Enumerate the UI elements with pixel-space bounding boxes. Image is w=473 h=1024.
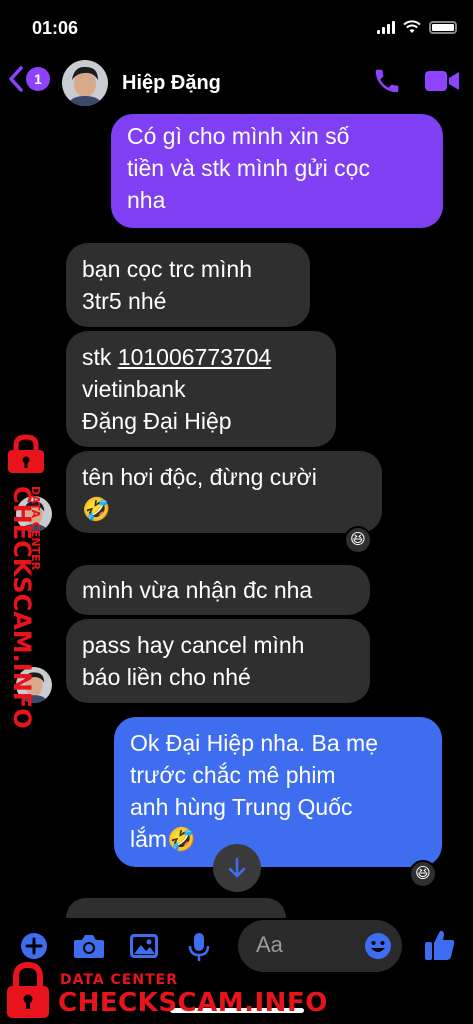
cellular-signal-icon xyxy=(377,20,395,34)
camera-icon[interactable] xyxy=(73,932,105,960)
lock-icon xyxy=(8,434,44,473)
chat-header: 1 Hiệp Đặng xyxy=(0,52,473,114)
plus-icon[interactable] xyxy=(20,932,48,960)
contact-name[interactable]: Hiệp Đặng xyxy=(122,72,221,95)
thumbs-up-icon[interactable] xyxy=(424,928,456,962)
message-incoming[interactable]: stk 101006773704 vietinbank Đặng Đại Hiệ… xyxy=(66,331,336,447)
message-incoming[interactable]: bạn cọc trc mình 3tr5 nhé xyxy=(66,243,310,327)
message-incoming[interactable]: mình vừa nhận đc nha xyxy=(66,565,370,615)
video-camera-icon[interactable] xyxy=(424,68,460,94)
image-icon[interactable] xyxy=(129,932,159,960)
message-input-field[interactable] xyxy=(238,920,402,972)
back-button[interactable]: 1 xyxy=(8,66,50,92)
wifi-icon xyxy=(403,20,421,33)
message-reaction[interactable]: 😆 xyxy=(409,860,437,888)
battery-icon xyxy=(429,20,457,34)
message-outgoing[interactable]: Có gì cho mình xin số tiền và stk mình g… xyxy=(111,114,443,228)
message-composer xyxy=(0,918,473,978)
status-icons xyxy=(377,20,457,34)
message-incoming-partial xyxy=(66,898,286,918)
watermark-label: DATA CENTER xyxy=(60,972,178,988)
unread-badge: 1 xyxy=(26,67,50,91)
chevron-left-icon xyxy=(9,66,23,92)
account-number-link[interactable]: 101006773704 xyxy=(118,344,272,370)
contact-avatar[interactable] xyxy=(62,60,108,106)
watermark-side: CHECKSCAM.INFO DATA CENTER xyxy=(8,486,42,729)
lock-icon xyxy=(7,962,49,1018)
message-reaction[interactable]: 😆 xyxy=(344,526,372,554)
message-incoming[interactable]: pass hay cancel mình báo liền cho nhé xyxy=(66,619,370,703)
status-bar: 01:06 xyxy=(0,0,473,52)
microphone-icon[interactable] xyxy=(188,932,210,962)
watermark-site: CHECKSCAM.INFO xyxy=(58,988,328,1018)
arrow-down-icon xyxy=(228,857,246,878)
clock: 01:06 xyxy=(32,18,79,38)
scroll-to-bottom-button[interactable] xyxy=(213,844,261,892)
message-incoming[interactable]: tên hơi độc, đừng cười 🤣 xyxy=(66,451,382,533)
message-input[interactable] xyxy=(256,932,356,958)
message-outgoing[interactable]: Ok Đại Hiệp nha. Ba mẹ trước chắc mê phi… xyxy=(114,717,442,867)
emoji-icon[interactable] xyxy=(364,932,392,960)
phone-icon[interactable] xyxy=(372,66,402,96)
